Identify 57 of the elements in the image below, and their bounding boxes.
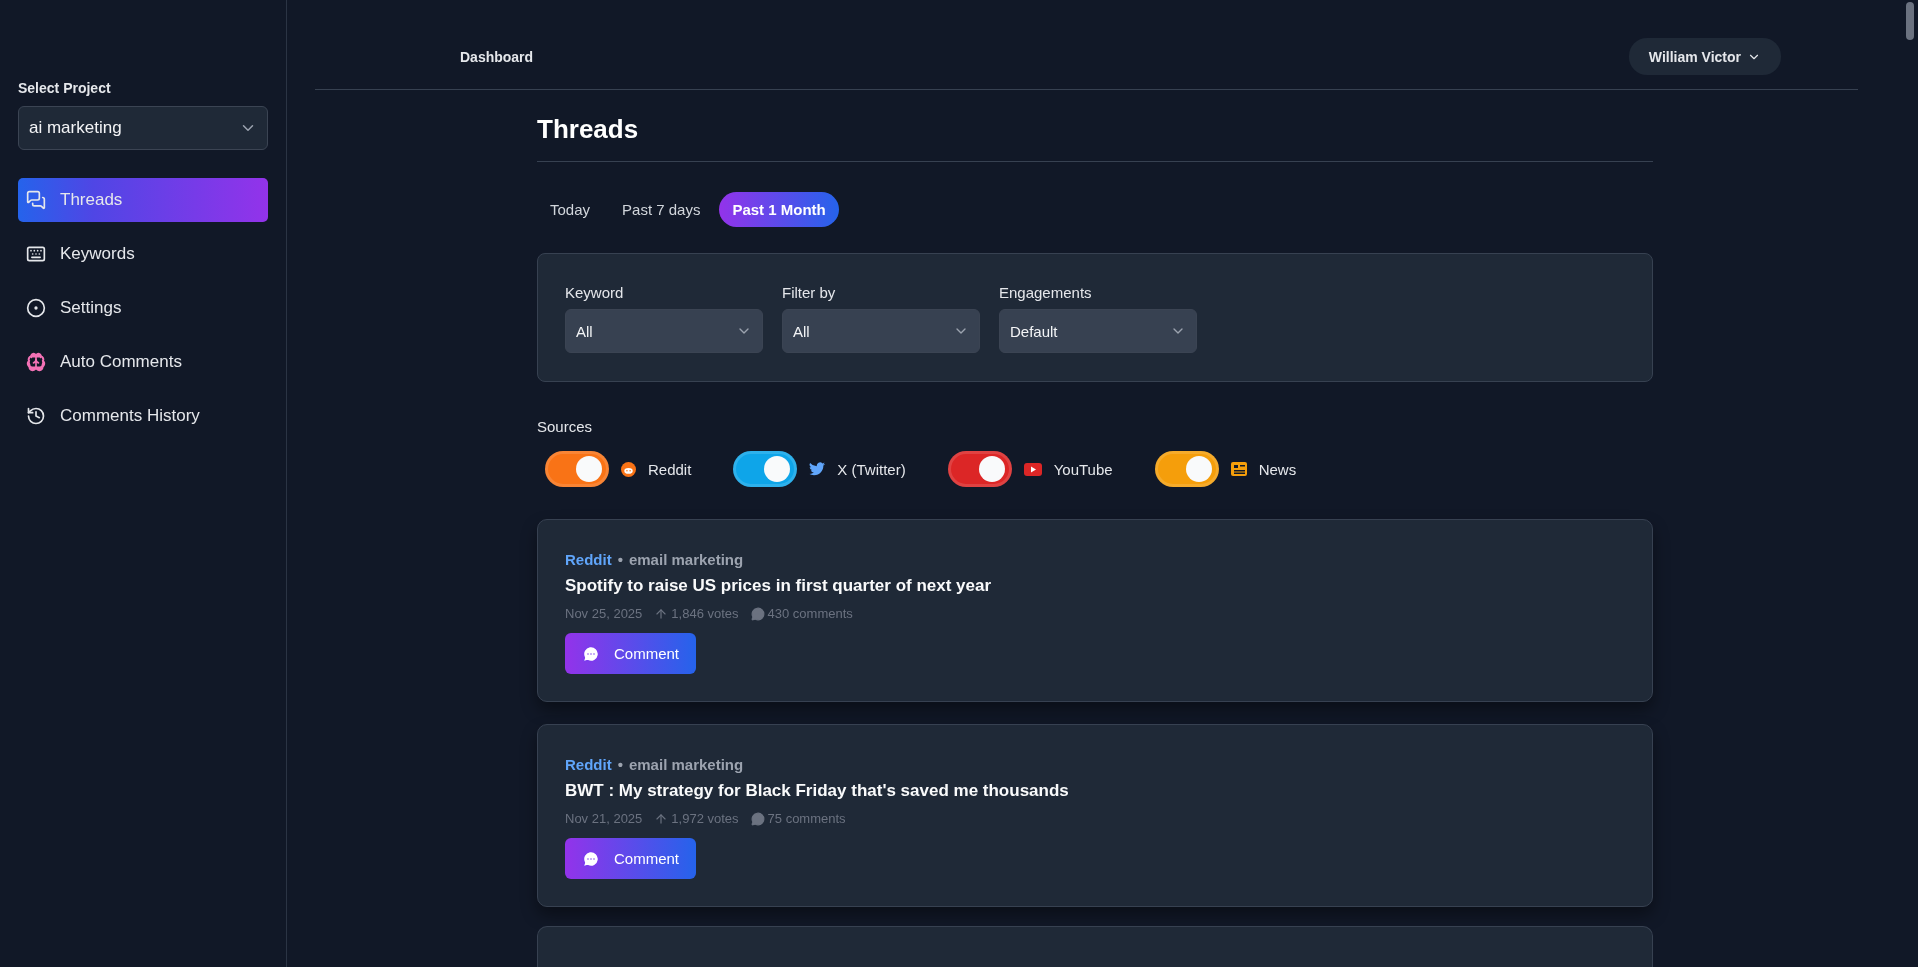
- thread-date: Nov 25, 2025: [565, 606, 643, 621]
- history-icon: [26, 406, 46, 426]
- target-icon: [26, 298, 46, 318]
- speech-bubble-icon: [582, 644, 600, 663]
- thread-title: Spotify to raise US prices in first quarter of next year: [565, 576, 993, 596]
- page-title: Threads: [537, 90, 1653, 162]
- project-select[interactable]: ai marketing: [18, 106, 268, 150]
- source-name: Reddit: [648, 460, 692, 478]
- sidebar-item[interactable]: Comments History: [18, 394, 268, 438]
- thread-title: BWT : My strategy for Black Friday that's saved me thousands: [565, 781, 1070, 801]
- filter-select[interactable]: Default: [999, 309, 1197, 353]
- comment-button[interactable]: Comment: [565, 633, 697, 674]
- keyboard-icon: [26, 244, 46, 264]
- filter-select[interactable]: All: [782, 309, 980, 353]
- newspaper-icon: [1230, 462, 1247, 476]
- breadcrumb: Dashboard: [460, 48, 534, 65]
- source-link[interactable]: Reddit: [565, 756, 612, 773]
- reddit-icon: [621, 461, 636, 477]
- source-link[interactable]: Reddit: [565, 551, 612, 568]
- sidebar-item[interactable]: Keywords: [18, 232, 268, 276]
- sources-label: Sources: [537, 418, 594, 435]
- play-icon: [1023, 462, 1042, 476]
- separator-dot: •: [617, 756, 623, 773]
- filter-label: Keyword: [565, 284, 625, 301]
- separator-dot: •: [617, 551, 623, 568]
- comment-count: 75 comments: [767, 811, 846, 826]
- source-toggle[interactable]: [1154, 451, 1219, 487]
- messages-icon: [26, 190, 46, 210]
- source-toggle[interactable]: [545, 451, 609, 487]
- source-name: X (Twitter): [837, 460, 906, 478]
- filter-label: Filter by: [782, 284, 837, 301]
- sidebar-item[interactable]: Auto Comments: [18, 340, 268, 384]
- vote-count: 1,972 votes: [671, 811, 739, 826]
- period-tab[interactable]: Past 1 Month: [719, 192, 839, 227]
- topic-text: email marketing: [628, 756, 744, 773]
- sidebar-item[interactable]: Settings: [18, 286, 268, 330]
- comment-button[interactable]: Comment: [565, 838, 697, 879]
- speech-bubble-icon: [750, 606, 765, 621]
- source-toggle[interactable]: [947, 451, 1012, 487]
- topic-text: email marketing: [628, 551, 744, 568]
- source-name: News: [1258, 460, 1297, 478]
- filter-select[interactable]: All: [565, 309, 763, 353]
- source-toggle[interactable]: [733, 451, 798, 487]
- source-name: YouTube: [1053, 460, 1113, 478]
- vote-count: 1,846 votes: [671, 606, 739, 621]
- sidebar-item[interactable]: Threads: [18, 178, 268, 222]
- period-tab[interactable]: Past 7 days: [609, 192, 714, 227]
- period-tab[interactable]: Today: [537, 192, 604, 227]
- bird-icon: [809, 462, 826, 476]
- project-label: Select Project: [18, 80, 112, 96]
- brain-icon: [26, 352, 46, 372]
- comment-count: 430 comments: [767, 606, 853, 621]
- speech-bubble-icon: [582, 849, 600, 868]
- user-menu-button[interactable]: William Victor: [1628, 38, 1781, 75]
- speech-bubble-icon: [750, 811, 765, 826]
- thread-date: Nov 21, 2025: [565, 811, 643, 826]
- filter-label: Engagements: [999, 284, 1093, 301]
